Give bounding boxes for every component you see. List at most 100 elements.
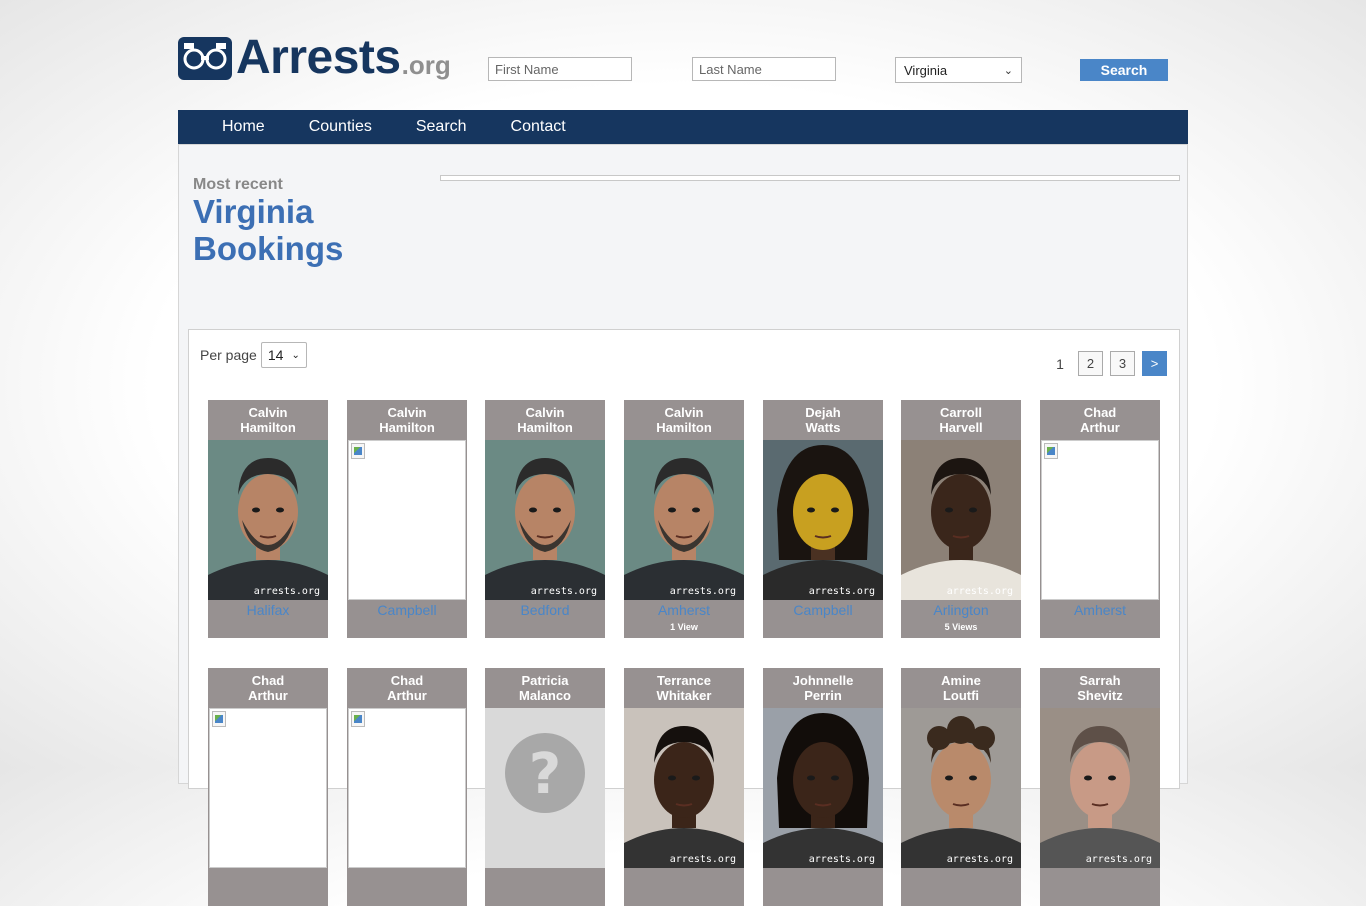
nav-search[interactable]: Search bbox=[416, 118, 467, 136]
booking-last-name: Arthur bbox=[387, 688, 427, 703]
watermark-text: arrests.org bbox=[254, 586, 320, 597]
booking-photo[interactable]: arrests.org bbox=[624, 440, 744, 600]
booking-photo[interactable]: arrests.org bbox=[901, 440, 1021, 600]
booking-photo[interactable]: arrests.org bbox=[763, 708, 883, 868]
booking-card[interactable]: Chad Arthur bbox=[347, 668, 467, 906]
booking-name[interactable]: Terrance Whitaker bbox=[624, 668, 744, 708]
booking-last-name: Arthur bbox=[1080, 420, 1120, 435]
next-page-button[interactable]: > bbox=[1142, 351, 1167, 376]
page-3-button[interactable]: 3 bbox=[1110, 351, 1135, 376]
booking-name[interactable]: Dejah Watts bbox=[763, 400, 883, 440]
watermark-text: arrests.org bbox=[531, 586, 597, 597]
first-name-input[interactable] bbox=[488, 57, 632, 81]
booking-card[interactable]: Calvin Hamilton Campbell bbox=[347, 400, 467, 638]
booking-photo[interactable]: arrests.org bbox=[624, 708, 744, 868]
kicker-text: Most recent bbox=[193, 176, 283, 193]
watermark-text: arrests.org bbox=[670, 854, 736, 865]
booking-first-name: Chad bbox=[251, 673, 285, 688]
pagination: 1 2 3 > bbox=[1049, 351, 1167, 376]
handcuffs-icon bbox=[178, 37, 232, 80]
booking-card[interactable]: Calvin Hamilton arrests.org Amherst 1 View bbox=[624, 400, 744, 638]
booking-photo[interactable]: arrests.org bbox=[208, 440, 328, 600]
ad-banner bbox=[440, 175, 1180, 181]
per-page-value: 14 bbox=[267, 347, 284, 363]
watermark-text: arrests.org bbox=[809, 586, 875, 597]
state-select[interactable]: Virginia ⌄ bbox=[895, 57, 1022, 83]
booking-photo-broken[interactable] bbox=[1041, 440, 1159, 600]
booking-county-link[interactable]: Arlington bbox=[901, 602, 1021, 618]
booking-county-link[interactable]: Amherst bbox=[1040, 602, 1160, 618]
booking-card[interactable]: Amine Loutfi arrests.org bbox=[901, 668, 1021, 906]
booking-views: 1 View bbox=[670, 622, 698, 632]
broken-image-icon bbox=[1044, 443, 1058, 459]
booking-first-name: Chad bbox=[390, 673, 424, 688]
booking-name[interactable]: Chad Arthur bbox=[208, 668, 328, 708]
page-2-button[interactable]: 2 bbox=[1078, 351, 1103, 376]
booking-card[interactable]: Terrance Whitaker arrests.org bbox=[624, 668, 744, 906]
broken-image-icon bbox=[212, 711, 226, 727]
svg-text:?: ? bbox=[529, 742, 561, 807]
per-page-select[interactable]: 14 ⌄ bbox=[260, 342, 307, 368]
booking-name[interactable]: Calvin Hamilton bbox=[208, 400, 328, 440]
booking-card[interactable]: Calvin Hamilton arrests.org Halifax bbox=[208, 400, 328, 638]
booking-last-name: Hamilton bbox=[240, 420, 296, 435]
site-logo[interactable]: Arrests .org bbox=[178, 31, 451, 84]
booking-name[interactable]: Calvin Hamilton bbox=[485, 400, 605, 440]
booking-photo-broken[interactable] bbox=[209, 708, 327, 868]
booking-county-link[interactable]: Halifax bbox=[208, 602, 328, 618]
main-nav: Home Counties Search Contact bbox=[178, 110, 1188, 144]
booking-first-name: Calvin bbox=[525, 405, 565, 420]
booking-first-name: Calvin bbox=[664, 405, 704, 420]
booking-name[interactable]: Patricia Malanco bbox=[485, 668, 605, 708]
booking-card[interactable]: Carroll Harvell arrests.org Arlington 5 View… bbox=[901, 400, 1021, 638]
state-select-value: Virginia bbox=[904, 62, 948, 78]
booking-card[interactable]: Chad Arthur Amherst bbox=[1040, 400, 1160, 638]
booking-card[interactable]: Dejah Watts arrests.org Campbell bbox=[763, 400, 883, 638]
booking-last-name: Watts bbox=[805, 420, 841, 435]
bookings-container: Per page 14 ⌄ 1 2 3 > Calvin Hamilton arre… bbox=[188, 329, 1180, 906]
booking-name[interactable]: Carroll Harvell bbox=[901, 400, 1021, 440]
booking-county-link[interactable]: Campbell bbox=[763, 602, 883, 618]
booking-photo[interactable]: arrests.org bbox=[485, 440, 605, 600]
booking-photo[interactable]: arrests.org bbox=[901, 708, 1021, 868]
booking-county-link[interactable]: Amherst bbox=[624, 602, 744, 618]
logo-text: Arrests bbox=[236, 31, 401, 84]
booking-last-name: Perrin bbox=[804, 688, 842, 703]
booking-photo[interactable]: arrests.org bbox=[1040, 708, 1160, 868]
per-page-control: Per page 14 ⌄ bbox=[200, 342, 307, 368]
question-mark-icon[interactable]: ? bbox=[485, 708, 605, 868]
booking-name[interactable]: Sarrah Shevitz bbox=[1040, 668, 1160, 708]
booking-photo[interactable]: arrests.org bbox=[763, 440, 883, 600]
booking-last-name: Hamilton bbox=[656, 420, 712, 435]
booking-last-name: Hamilton bbox=[379, 420, 435, 435]
nav-counties[interactable]: Counties bbox=[309, 118, 372, 136]
booking-first-name: Johnnelle bbox=[792, 673, 854, 688]
booking-county-link[interactable]: Bedford bbox=[485, 602, 605, 618]
booking-last-name: Harvell bbox=[939, 420, 983, 435]
booking-name[interactable]: Chad Arthur bbox=[347, 668, 467, 708]
booking-name[interactable]: Chad Arthur bbox=[1040, 400, 1160, 440]
booking-name[interactable]: Calvin Hamilton bbox=[347, 400, 467, 440]
booking-photo-broken[interactable] bbox=[348, 440, 466, 600]
booking-county-link[interactable]: Campbell bbox=[347, 602, 467, 618]
booking-card[interactable]: Sarrah Shevitz arrests.org bbox=[1040, 668, 1160, 906]
nav-home[interactable]: Home bbox=[222, 118, 265, 136]
broken-image-icon bbox=[351, 711, 365, 727]
chevron-down-icon: ⌄ bbox=[1003, 64, 1013, 77]
last-name-input[interactable] bbox=[692, 57, 836, 81]
booking-name[interactable]: Johnnelle Perrin bbox=[763, 668, 883, 708]
page-title-line1: Virginia bbox=[193, 193, 314, 230]
booking-card[interactable]: Calvin Hamilton arrests.org Bedford bbox=[485, 400, 605, 638]
booking-last-name: Shevitz bbox=[1077, 688, 1123, 703]
search-button[interactable]: Search bbox=[1080, 59, 1168, 81]
booking-card[interactable]: Johnnelle Perrin arrests.org bbox=[763, 668, 883, 906]
broken-image-icon bbox=[351, 443, 365, 459]
booking-name[interactable]: Calvin Hamilton bbox=[624, 400, 744, 440]
logo-suffix: .org bbox=[401, 50, 451, 80]
booking-photo-broken[interactable] bbox=[348, 708, 466, 868]
nav-contact[interactable]: Contact bbox=[511, 118, 566, 136]
booking-card[interactable]: Chad Arthur bbox=[208, 668, 328, 906]
booking-name[interactable]: Amine Loutfi bbox=[901, 668, 1021, 708]
watermark-text: arrests.org bbox=[809, 854, 875, 865]
booking-card[interactable]: Patricia Malanco? bbox=[485, 668, 605, 906]
